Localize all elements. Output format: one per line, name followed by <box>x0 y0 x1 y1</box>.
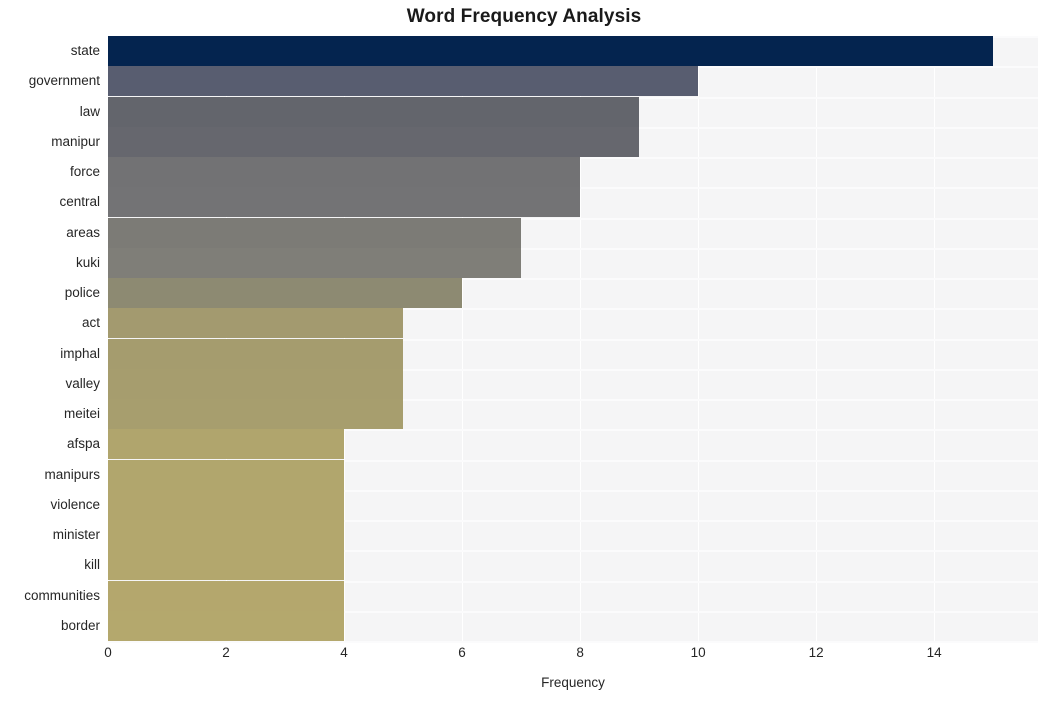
bar-fill <box>108 550 345 581</box>
y-axis-tick-label: areas <box>66 224 100 240</box>
bar-fill <box>108 126 640 157</box>
x-axis-tick-label: 4 <box>340 645 348 660</box>
bar-fill <box>108 308 404 339</box>
y-axis-tick-label: kill <box>84 557 100 573</box>
x-axis-tick-label: 14 <box>926 645 942 660</box>
bar[interactable] <box>108 66 699 97</box>
x-axis-tick-label: 2 <box>222 645 230 660</box>
y-axis-tick-label: law <box>79 103 100 119</box>
y-axis-tick-label: act <box>81 315 100 331</box>
y-axis-tick-label: minister <box>52 527 100 543</box>
bar[interactable] <box>108 610 345 641</box>
bar-fill <box>108 36 994 67</box>
word-frequency-chart: Word Frequency Analysis state government l… <box>0 0 1048 701</box>
bar[interactable] <box>108 520 345 551</box>
bar[interactable] <box>108 429 345 460</box>
y-axis-tick-label: state <box>70 43 100 59</box>
y-axis-tick-label: police <box>64 285 100 301</box>
y-axis-tick-label: force <box>69 164 100 180</box>
x-axis-title: Frequency <box>541 675 605 690</box>
plot-area <box>108 36 1038 643</box>
bar[interactable] <box>108 36 994 67</box>
y-axis-tick-label: manipurs <box>44 466 100 482</box>
bar[interactable] <box>108 247 522 278</box>
bar[interactable] <box>108 399 404 430</box>
bar[interactable] <box>108 126 640 157</box>
bar[interactable] <box>108 187 581 218</box>
bar-fill <box>108 157 581 188</box>
bar-fill <box>108 247 522 278</box>
bar[interactable] <box>108 96 640 127</box>
chart-title: Word Frequency Analysis <box>406 6 642 27</box>
y-axis-tick-label: communities <box>24 587 100 603</box>
x-axis-tick-label: 0 <box>104 645 112 660</box>
bar-fill <box>108 66 699 97</box>
bar-fill <box>108 187 581 218</box>
bar-fill <box>108 520 345 551</box>
bar-fill <box>108 96 640 127</box>
y-axis-tick-label: violence <box>50 496 100 512</box>
bar-series <box>108 36 1038 641</box>
bar-fill <box>108 217 522 248</box>
gridline-horizontal <box>108 641 1038 643</box>
y-axis-tick-label: manipur <box>51 133 100 149</box>
bar[interactable] <box>108 489 345 520</box>
bar[interactable] <box>108 580 345 611</box>
x-axis-tick-label: 10 <box>690 645 706 660</box>
bar-fill <box>108 610 345 641</box>
y-axis-tick-label: meitei <box>63 406 100 422</box>
bar[interactable] <box>108 278 463 309</box>
y-axis-tick-label: central <box>59 194 100 210</box>
bar[interactable] <box>108 459 345 490</box>
bar-fill <box>108 278 463 309</box>
y-axis-tick-label: border <box>60 617 100 633</box>
bar-fill <box>108 338 404 369</box>
bar[interactable] <box>108 217 522 248</box>
y-axis-tick-label: government <box>28 73 100 89</box>
y-axis-tick-label: valley <box>65 375 100 391</box>
bar[interactable] <box>108 338 404 369</box>
bar-fill <box>108 459 345 490</box>
x-axis-tick-label: 8 <box>576 645 584 660</box>
x-axis-tick-label: 12 <box>808 645 824 660</box>
bar-fill <box>108 489 345 520</box>
x-axis-tick-labels: 0 2 4 6 8 10 12 14 <box>104 645 1038 665</box>
bar[interactable] <box>108 368 404 399</box>
bar[interactable] <box>108 157 581 188</box>
y-axis-tick-labels: state government law manipur force central are… <box>0 36 100 641</box>
bar[interactable] <box>108 550 345 581</box>
bar-fill <box>108 399 404 430</box>
x-axis-tick-label: 6 <box>458 645 466 660</box>
bar[interactable] <box>108 308 404 339</box>
y-axis-tick-label: imphal <box>60 345 100 361</box>
bar-fill <box>108 429 345 460</box>
y-axis-tick-label: afspa <box>66 436 100 452</box>
y-axis-tick-label: kuki <box>75 254 100 270</box>
bar-fill <box>108 368 404 399</box>
bar-fill <box>108 580 345 611</box>
